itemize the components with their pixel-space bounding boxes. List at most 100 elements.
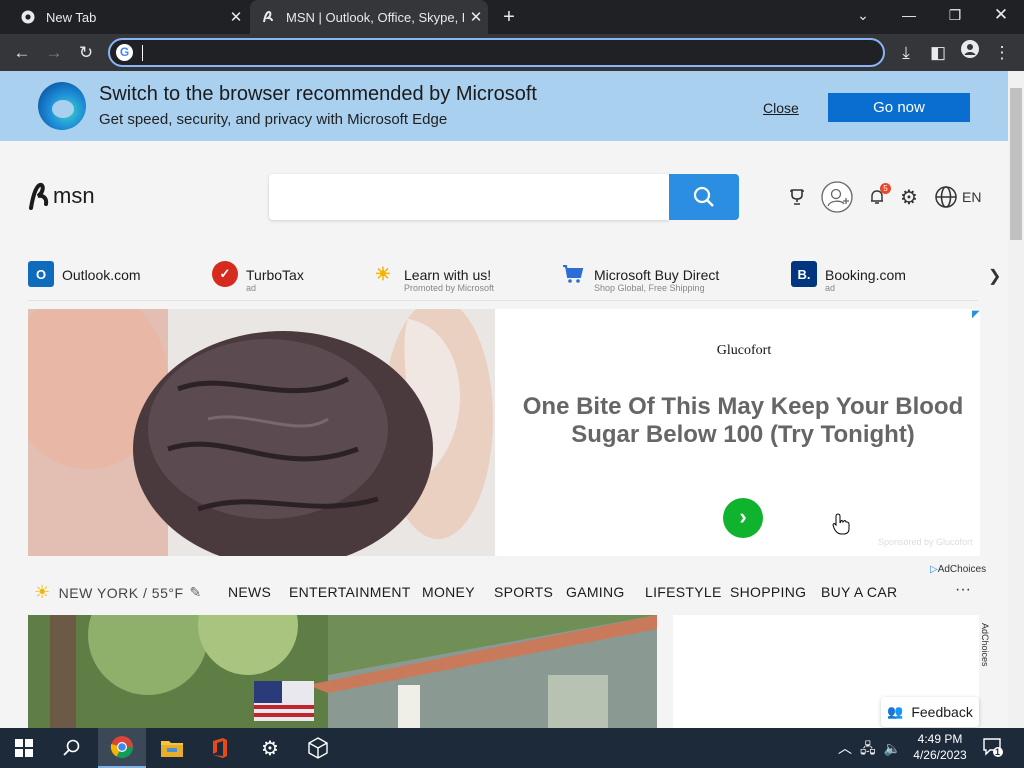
quicklinks-next-chevron-icon[interactable]: ❯ — [988, 266, 1001, 286]
quicklink-learn[interactable]: ☀ Learn with us! Promoted by Microsoft — [370, 259, 494, 299]
notifications-bell-icon[interactable]: 5 — [866, 183, 891, 211]
clock[interactable]: 4:49 PM 4/26/2023 — [906, 731, 974, 763]
sun-icon: ☀ — [34, 582, 51, 602]
msn-logo[interactable]: msn — [28, 181, 95, 211]
menu-kebab-icon[interactable]: ⋮ — [988, 39, 1016, 67]
minimize-button[interactable]: — — [886, 0, 932, 30]
turbotax-icon: ✓ — [212, 261, 238, 287]
edit-pencil-icon[interactable]: ✎ — [190, 584, 202, 601]
msn-logo-text: msn — [53, 183, 95, 208]
scrollbar-thumb[interactable] — [1010, 88, 1022, 240]
quicklink-title: Microsoft Buy Direct — [594, 267, 720, 283]
quicklink-subtitle: Shop Global, Free Shipping — [594, 283, 705, 293]
quicklink-subtitle: ad — [246, 283, 257, 293]
quicklink-title: TurboTax — [246, 267, 304, 283]
quicklink-outlook[interactable]: O Outlook.com — [28, 259, 141, 299]
msn-butterfly-icon — [29, 182, 49, 210]
address-bar[interactable]: G — [108, 38, 885, 67]
feedback-icon: 👥 — [887, 704, 904, 719]
go-now-button[interactable]: Go now — [828, 93, 970, 122]
adchoices-link[interactable]: ▷AdChoices — [930, 564, 986, 575]
close-tab-icon[interactable]: ✕ — [464, 8, 488, 26]
nav-entertainment[interactable]: ENTERTAINMENT — [289, 584, 411, 600]
ad-image[interactable] — [28, 309, 495, 556]
language-globe-icon[interactable] — [933, 183, 959, 211]
adchoices-icon[interactable]: ◤ — [972, 309, 980, 320]
feedback-label: Feedback — [911, 704, 973, 720]
close-window-button[interactable]: ✕ — [978, 0, 1024, 30]
show-hidden-icons-chevron-icon[interactable]: ︿ — [838, 740, 860, 756]
nav-shopping[interactable]: SHOPPING — [730, 584, 806, 600]
nav-more-button[interactable]: ··· — [955, 581, 971, 599]
booking-icon: B. — [791, 261, 817, 287]
quicklink-turbotax[interactable]: ✓ TurboTax ad — [212, 259, 304, 299]
google-icon: G — [116, 44, 133, 61]
system-tray[interactable]: ︿🖧🔈 — [838, 738, 909, 762]
side-adchoices-label[interactable]: AdChoices — [980, 623, 990, 667]
nav-buy-a-car[interactable]: BUY A CAR — [821, 584, 897, 600]
quicklink-buy-direct[interactable]: Microsoft Buy Direct Shop Global, Free Sh… — [560, 259, 719, 299]
text-caret — [142, 45, 143, 61]
quicklink-title: Booking.com — [825, 267, 906, 283]
new-tab-button[interactable]: + — [496, 5, 522, 29]
downloads-icon[interactable]: ⤓ — [892, 39, 920, 67]
search-button[interactable] — [669, 174, 739, 220]
taskbar-chrome-icon[interactable] — [98, 728, 146, 768]
banner-subtitle: Get speed, security, and privacy with Mi… — [99, 111, 448, 128]
sign-in-avatar-icon[interactable] — [821, 181, 853, 213]
3d-viewer-cube-icon[interactable] — [294, 728, 342, 768]
profile-icon[interactable] — [956, 39, 984, 67]
outlook-icon: O — [28, 261, 54, 287]
quicklink-subtitle: ad — [825, 283, 836, 293]
notification-badge: 5 — [880, 183, 891, 194]
ad-sponsored-label: Sponsored by Glucofort — [878, 537, 973, 547]
weather-location[interactable]: ☀ NEW YORK / 55°F ✎ — [34, 582, 202, 603]
network-icon[interactable]: 🖧 — [860, 740, 884, 756]
quicklink-title: Outlook.com — [62, 267, 141, 283]
chrome-icon — [20, 9, 36, 25]
forward-button[interactable]: → — [40, 39, 68, 67]
weather-label: NEW YORK / 55°F — [58, 584, 184, 601]
nav-news[interactable]: NEWS — [228, 584, 271, 600]
settings-gear-icon[interactable]: ⚙ — [246, 728, 294, 768]
msn-icon — [260, 9, 276, 25]
feedback-button[interactable]: 👥 Feedback — [881, 697, 979, 727]
tab-msn[interactable]: MSN | Outlook, Office, Skype, Bing, Brea… — [250, 0, 488, 34]
start-windows-icon[interactable] — [0, 728, 48, 768]
divider — [28, 300, 978, 301]
rewards-trophy-icon[interactable] — [786, 183, 808, 211]
tab-new-tab[interactable]: New Tab ✕ — [8, 0, 248, 34]
ad-headline[interactable]: One Bite Of This May Keep Your Blood Sug… — [505, 393, 981, 449]
nav-money[interactable]: MONEY — [422, 584, 475, 600]
clock-date: 4/26/2023 — [913, 748, 967, 762]
browser-toolbar: ← → ↻ G ⤓ ◧ ⋮ — [0, 34, 1024, 71]
nav-sports[interactable]: SPORTS — [494, 584, 553, 600]
mouse-cursor-hand-icon — [832, 513, 850, 540]
feed-story-image[interactable] — [28, 615, 657, 728]
quicklink-subtitle: Promoted by Microsoft — [404, 283, 495, 293]
file-explorer-icon[interactable] — [148, 728, 196, 768]
close-tab-icon[interactable]: ✕ — [224, 8, 248, 26]
tab-search-chevron-icon[interactable]: ⌄ — [840, 0, 886, 30]
adchoices-label: AdChoices — [937, 564, 987, 575]
office-icon[interactable] — [196, 728, 244, 768]
restore-button[interactable]: ❐ — [932, 0, 978, 30]
back-button[interactable]: ← — [8, 39, 36, 67]
clock-time: 4:49 PM — [917, 732, 963, 746]
tab-strip: New Tab ✕ MSN | Outlook, Office, Skype, … — [0, 0, 1024, 34]
side-panel-icon[interactable]: ◧ — [924, 39, 952, 67]
action-center-icon[interactable]: 1 — [982, 736, 1004, 758]
reload-button[interactable]: ↻ — [72, 39, 100, 67]
ad-arrow-button[interactable]: › — [723, 498, 763, 538]
language-label[interactable]: EN — [962, 189, 981, 205]
search-icon[interactable] — [48, 728, 96, 768]
adchoices-icon: ▷ — [930, 564, 938, 575]
nav-lifestyle[interactable]: LIFESTYLE — [645, 584, 722, 600]
banner-close-link[interactable]: Close — [763, 100, 799, 116]
settings-gear-icon[interactable]: ⚙ — [898, 183, 920, 211]
edge-promo-banner: Switch to the browser recommended by Mic… — [0, 71, 1008, 141]
nav-gaming[interactable]: GAMING — [566, 584, 625, 600]
search-input[interactable] — [269, 174, 669, 220]
quicklink-booking[interactable]: B. Booking.com ad — [791, 259, 906, 299]
shopping-cart-icon — [560, 261, 586, 287]
